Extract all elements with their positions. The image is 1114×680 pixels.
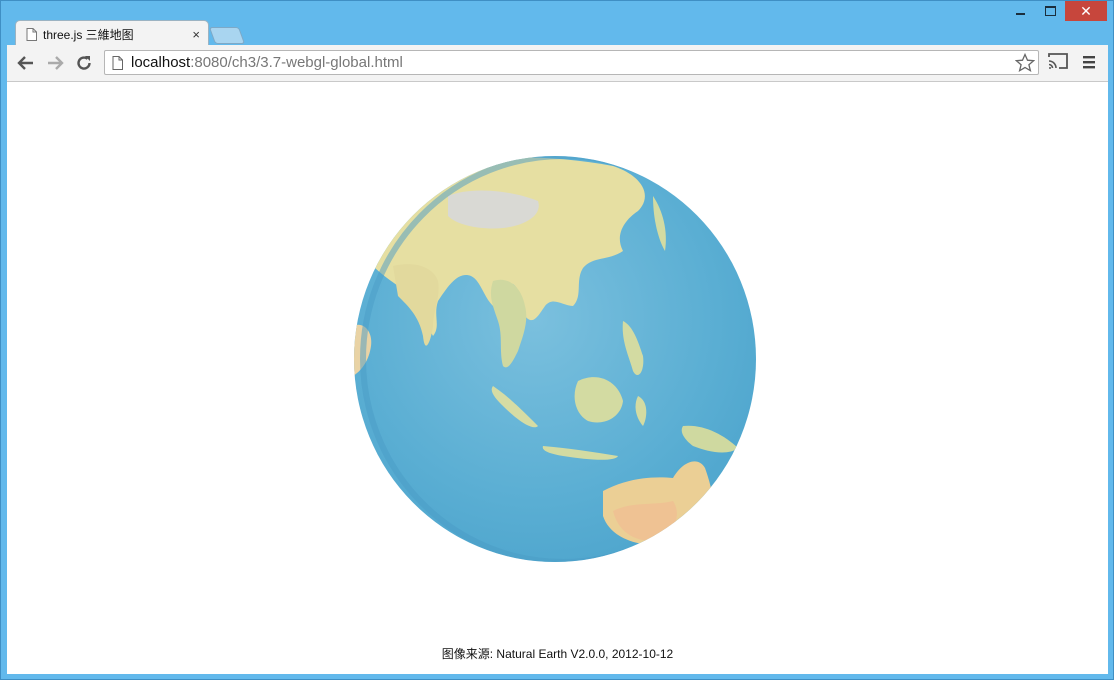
reload-button[interactable] — [74, 53, 94, 73]
close-window-button[interactable]: ✕ — [1065, 1, 1107, 21]
image-credit: 图像来源: Natural Earth V2.0.0, 2012-10-12 — [441, 647, 674, 661]
toolbar: localhost:8080/ch3/3.7-webgl-global.html — [7, 45, 1108, 82]
star-icon[interactable] — [1015, 53, 1035, 73]
maximize-icon — [1044, 6, 1056, 16]
tab-close-icon[interactable]: × — [192, 27, 200, 42]
forward-button[interactable] — [45, 53, 65, 73]
address-bar[interactable]: localhost:8080/ch3/3.7-webgl-global.html — [104, 50, 1039, 75]
page-icon — [26, 28, 37, 41]
back-button[interactable] — [16, 53, 36, 73]
url-text[interactable]: localhost:8080/ch3/3.7-webgl-global.html — [131, 54, 403, 71]
url-host: localhost — [131, 54, 191, 71]
maximize-button[interactable] — [1035, 1, 1065, 21]
new-tab-button[interactable] — [208, 27, 246, 44]
back-icon — [17, 56, 33, 70]
window-caption-buttons: ✕ — [1005, 1, 1107, 22]
tab-title: three.js 三維地图 — [43, 28, 134, 42]
forward-icon — [48, 56, 64, 70]
browser-window: ✕ three.js 三維地图 × localhost:8080/ch3/3.7… — [0, 0, 1114, 680]
menu-icon[interactable] — [1082, 54, 1096, 70]
close-icon: ✕ — [1080, 2, 1092, 19]
tab-active[interactable]: three.js 三維地图 × — [15, 20, 209, 46]
cast-icon[interactable] — [1048, 53, 1068, 69]
page-icon — [112, 56, 123, 70]
reload-icon — [77, 56, 91, 70]
url-path: :8080/ch3/3.7-webgl-global.html — [190, 54, 403, 71]
page-content: 图像来源: Natural Earth V2.0.0, 2012-10-12 — [7, 82, 1108, 674]
minimize-button[interactable] — [1005, 1, 1035, 21]
globe-render[interactable] — [353, 156, 757, 562]
minimize-icon — [1015, 13, 1025, 15]
